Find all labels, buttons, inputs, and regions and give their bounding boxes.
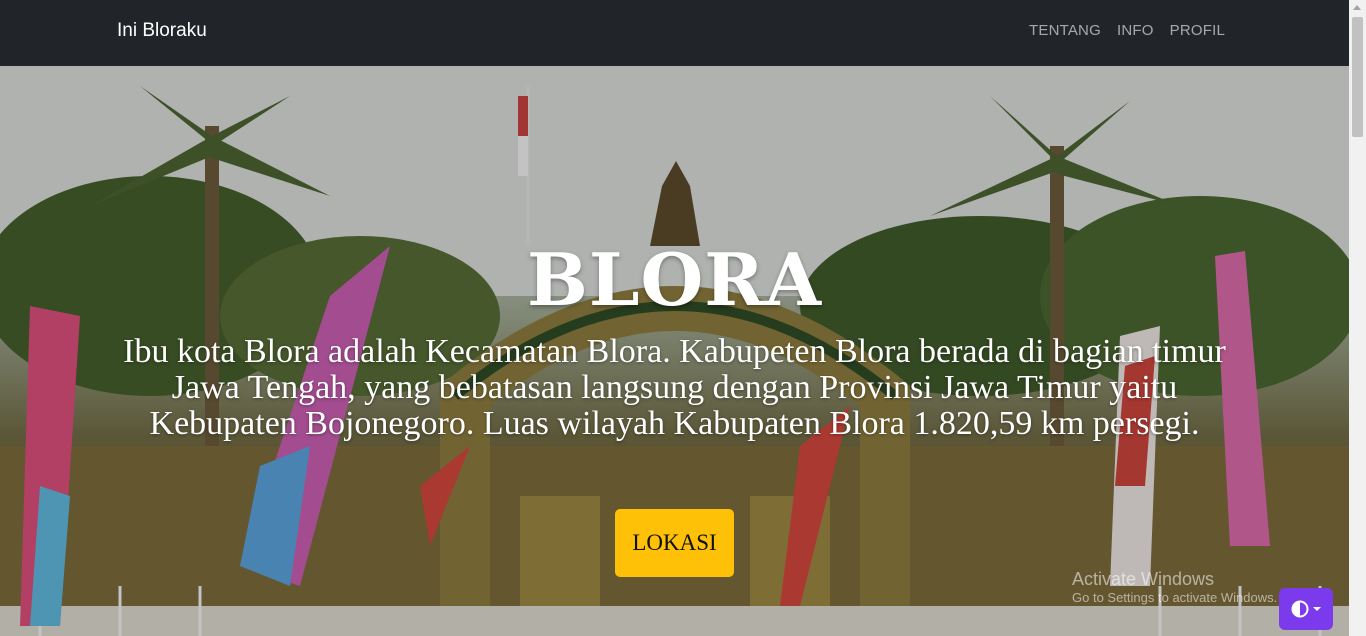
nav-link-tentang[interactable]: TENTANG bbox=[1029, 22, 1101, 39]
navbar-brand[interactable]: Ini Bloraku bbox=[117, 20, 207, 42]
watermark-subtitle: Go to Settings to activate Windows. bbox=[1072, 590, 1278, 605]
nav-link-info[interactable]: INFO bbox=[1117, 22, 1154, 39]
chevron-down-icon bbox=[1313, 607, 1321, 611]
theme-toggle-button[interactable] bbox=[1279, 588, 1333, 630]
watermark-title: Activate Windows bbox=[1072, 569, 1215, 589]
navbar: Ini Bloraku TENTANG INFO PROFIL bbox=[0, 0, 1349, 66]
scroll-up-icon[interactable] bbox=[1353, 5, 1361, 10]
hero-description: Ibu kota Blora adalah Kecamatan Blora. K… bbox=[123, 333, 1226, 442]
activate-windows-watermark: Activate Windows Go to Settings to activ… bbox=[1072, 568, 1277, 606]
hero-title: BLORA bbox=[527, 237, 822, 323]
vertical-scrollbar[interactable] bbox=[1349, 0, 1366, 636]
hero-section: BLORA Ibu kota Blora adalah Kecamatan Bl… bbox=[0, 66, 1349, 636]
nav-link-profil[interactable]: PROFIL bbox=[1170, 22, 1225, 39]
lokasi-button[interactable]: LOKASI bbox=[615, 509, 734, 577]
scrollbar-thumb[interactable] bbox=[1352, 17, 1363, 137]
contrast-icon bbox=[1291, 600, 1309, 618]
nav-links: TENTANG INFO PROFIL bbox=[1029, 22, 1225, 39]
